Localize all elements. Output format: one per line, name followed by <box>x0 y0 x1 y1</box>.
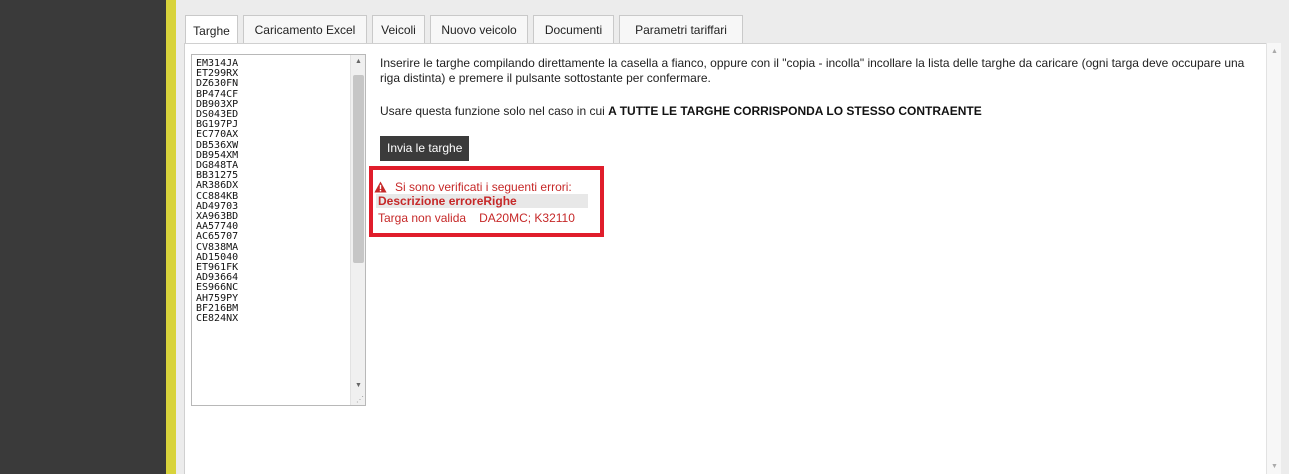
instructions-warning: Usare questa funzione solo nel caso in c… <box>380 104 982 118</box>
tab-targhe[interactable]: Targhe <box>185 15 238 45</box>
resize-handle-icon[interactable]: ⋰ <box>356 396 364 404</box>
error-header-text: Si sono verificati i seguenti errori: <box>395 180 572 194</box>
error-lines: DA20MC; K32110 <box>479 211 575 225</box>
tab-caricamento-excel[interactable]: Caricamento Excel <box>243 15 367 44</box>
error-subheader: Descrizione erroreRighe <box>376 194 588 208</box>
tab-veicoli[interactable]: Veicoli <box>372 15 425 44</box>
instructions-warning-bold: A TUTTE LE TARGHE CORRISPONDA LO STESSO … <box>608 104 982 118</box>
instructions-warning-prefix: Usare questa funzione solo nel caso in c… <box>380 104 609 118</box>
page-scroll-up-icon[interactable]: ▲ <box>1267 45 1282 59</box>
submit-plates-button[interactable]: Invia le targhe <box>380 136 470 161</box>
page-scrollbar[interactable]: ▲ ▼ <box>1266 43 1281 474</box>
tab-parametri-tariffari[interactable]: Parametri tariffari <box>619 15 743 44</box>
tab-documenti[interactable]: Documenti <box>533 15 614 44</box>
error-row: Targa non valida DA20MC; K32110 <box>378 211 575 225</box>
plates-textarea[interactable]: EM314JA ET299RX DZ630FN BP474CF DB903XP … <box>191 54 366 406</box>
tab-bar: Targhe Caricamento Excel Veicoli Nuovo v… <box>185 15 748 45</box>
warning-icon <box>374 181 387 193</box>
left-sidebar <box>0 0 166 474</box>
plates-textarea-value[interactable]: EM314JA ET299RX DZ630FN BP474CF DB903XP … <box>196 58 238 324</box>
scroll-up-icon[interactable]: ▲ <box>351 55 365 69</box>
page-scroll-down-icon[interactable]: ▼ <box>1267 460 1282 474</box>
scroll-down-icon[interactable]: ▼ <box>351 379 365 393</box>
instructions-text: Inserire le targhe compilando direttamen… <box>380 56 1245 85</box>
tab-nuovo-veicolo[interactable]: Nuovo veicolo <box>430 15 528 44</box>
sidebar-accent-bar <box>166 0 176 474</box>
scrollbar-thumb[interactable] <box>353 75 364 263</box>
plates-scrollbar[interactable]: ▲ ▼ <box>350 55 365 405</box>
error-description: Targa non valida <box>378 211 467 225</box>
error-header: Si sono verificati i seguenti errori: <box>374 180 572 194</box>
